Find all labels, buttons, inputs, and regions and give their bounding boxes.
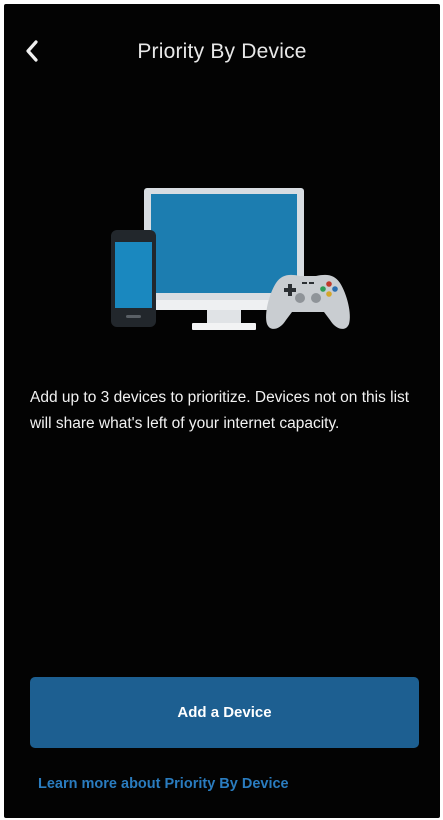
learn-more-link[interactable]: Learn more about Priority By Device bbox=[38, 776, 289, 792]
page-title: Priority By Device bbox=[137, 40, 307, 63]
header: Priority By Device bbox=[4, 4, 440, 84]
devices-illustration bbox=[104, 184, 354, 344]
smartphone-icon bbox=[111, 230, 156, 327]
add-device-button[interactable]: Add a Device bbox=[30, 677, 419, 748]
app-screen: Priority By Device Add up to 3 devices t… bbox=[4, 4, 440, 818]
game-controller-icon bbox=[266, 274, 350, 329]
description-text: Add up to 3 devices to prioritize. Devic… bbox=[30, 389, 410, 432]
